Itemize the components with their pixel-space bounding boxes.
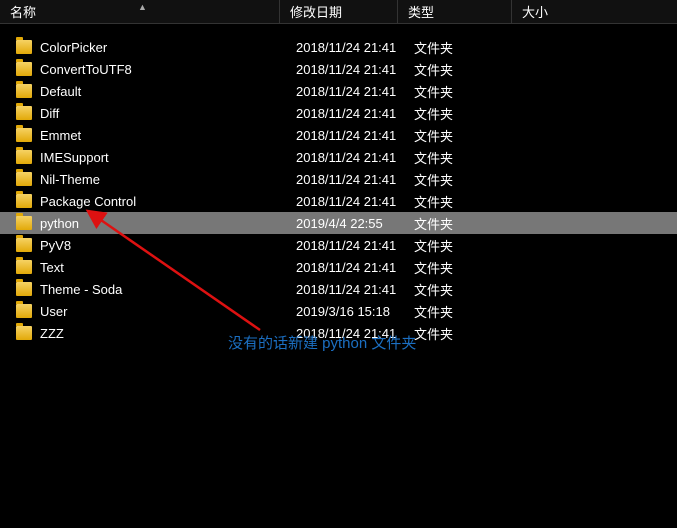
cell-name: IMESupport xyxy=(40,150,296,165)
cell-date: 2018/11/24 21:41 xyxy=(296,172,414,187)
cell-type: 文件夹 xyxy=(414,38,528,57)
cell-type: 文件夹 xyxy=(414,280,528,299)
folder-icon xyxy=(16,282,32,296)
folder-icon xyxy=(16,62,32,76)
folder-icon xyxy=(16,128,32,142)
column-header-size-label: 大小 xyxy=(522,2,548,21)
file-list: 名称 修改日期 类型 大小 ▲ ColorPicker2018/11/24 21… xyxy=(0,0,677,344)
file-rows: ColorPicker2018/11/24 21:41文件夹ConvertToU… xyxy=(0,24,677,344)
table-row[interactable]: ColorPicker2018/11/24 21:41文件夹 xyxy=(0,36,677,58)
cell-name: Emmet xyxy=(40,128,296,143)
folder-icon xyxy=(16,40,32,54)
cell-name: Text xyxy=(40,260,296,275)
cell-name: ConvertToUTF8 xyxy=(40,62,296,77)
table-row[interactable]: User2019/3/16 15:18文件夹 xyxy=(0,300,677,322)
cell-name: ColorPicker xyxy=(40,40,296,55)
cell-type: 文件夹 xyxy=(414,324,528,343)
cell-date: 2018/11/24 21:41 xyxy=(296,282,414,297)
cell-type: 文件夹 xyxy=(414,170,528,189)
cell-name: Package Control xyxy=(40,194,296,209)
column-header-type-label: 类型 xyxy=(408,2,434,21)
cell-date: 2018/11/24 21:41 xyxy=(296,150,414,165)
table-row[interactable]: python2019/4/4 22:55文件夹 xyxy=(0,212,677,234)
table-row[interactable]: Default2018/11/24 21:41文件夹 xyxy=(0,80,677,102)
folder-icon xyxy=(16,304,32,318)
annotation-text: 没有的话新建 python 文件夹 xyxy=(228,332,416,353)
cell-date: 2019/4/4 22:55 xyxy=(296,216,414,231)
table-row[interactable]: IMESupport2018/11/24 21:41文件夹 xyxy=(0,146,677,168)
cell-type: 文件夹 xyxy=(414,302,528,321)
column-header-row: 名称 修改日期 类型 大小 ▲ xyxy=(0,0,677,24)
folder-icon xyxy=(16,84,32,98)
cell-date: 2018/11/24 21:41 xyxy=(296,106,414,121)
cell-type: 文件夹 xyxy=(414,60,528,79)
cell-name: PyV8 xyxy=(40,238,296,253)
column-header-date-label: 修改日期 xyxy=(290,2,342,21)
table-row[interactable]: Diff2018/11/24 21:41文件夹 xyxy=(0,102,677,124)
cell-date: 2018/11/24 21:41 xyxy=(296,260,414,275)
table-row[interactable]: Nil-Theme2018/11/24 21:41文件夹 xyxy=(0,168,677,190)
table-row[interactable]: ConvertToUTF82018/11/24 21:41文件夹 xyxy=(0,58,677,80)
table-row[interactable]: Emmet2018/11/24 21:41文件夹 xyxy=(0,124,677,146)
sort-ascending-icon: ▲ xyxy=(138,2,147,12)
cell-date: 2018/11/24 21:41 xyxy=(296,40,414,55)
folder-icon xyxy=(16,106,32,120)
cell-date: 2018/11/24 21:41 xyxy=(296,62,414,77)
cell-type: 文件夹 xyxy=(414,192,528,211)
cell-type: 文件夹 xyxy=(414,104,528,123)
cell-date: 2018/11/24 21:41 xyxy=(296,194,414,209)
cell-name: Nil-Theme xyxy=(40,172,296,187)
folder-icon xyxy=(16,238,32,252)
table-row[interactable]: PyV82018/11/24 21:41文件夹 xyxy=(0,234,677,256)
cell-name: Diff xyxy=(40,106,296,121)
table-row[interactable]: Text2018/11/24 21:41文件夹 xyxy=(0,256,677,278)
folder-icon xyxy=(16,194,32,208)
cell-date: 2018/11/24 21:41 xyxy=(296,84,414,99)
cell-type: 文件夹 xyxy=(414,126,528,145)
folder-icon xyxy=(16,150,32,164)
cell-type: 文件夹 xyxy=(414,148,528,167)
column-header-size[interactable]: 大小 xyxy=(512,0,612,23)
folder-icon xyxy=(16,172,32,186)
table-row[interactable]: Theme - Soda2018/11/24 21:41文件夹 xyxy=(0,278,677,300)
cell-type: 文件夹 xyxy=(414,236,528,255)
cell-name: User xyxy=(40,304,296,319)
cell-type: 文件夹 xyxy=(414,258,528,277)
column-header-type[interactable]: 类型 xyxy=(398,0,512,23)
folder-icon xyxy=(16,326,32,340)
cell-type: 文件夹 xyxy=(414,214,528,233)
folder-icon xyxy=(16,260,32,274)
cell-date: 2018/11/24 21:41 xyxy=(296,128,414,143)
cell-date: 2018/11/24 21:41 xyxy=(296,238,414,253)
column-header-date[interactable]: 修改日期 xyxy=(280,0,398,23)
cell-name: Default xyxy=(40,84,296,99)
cell-date: 2019/3/16 15:18 xyxy=(296,304,414,319)
cell-type: 文件夹 xyxy=(414,82,528,101)
column-header-name-label: 名称 xyxy=(10,2,36,21)
cell-name: Theme - Soda xyxy=(40,282,296,297)
folder-icon xyxy=(16,216,32,230)
table-row[interactable]: Package Control2018/11/24 21:41文件夹 xyxy=(0,190,677,212)
cell-name: python xyxy=(40,216,296,231)
